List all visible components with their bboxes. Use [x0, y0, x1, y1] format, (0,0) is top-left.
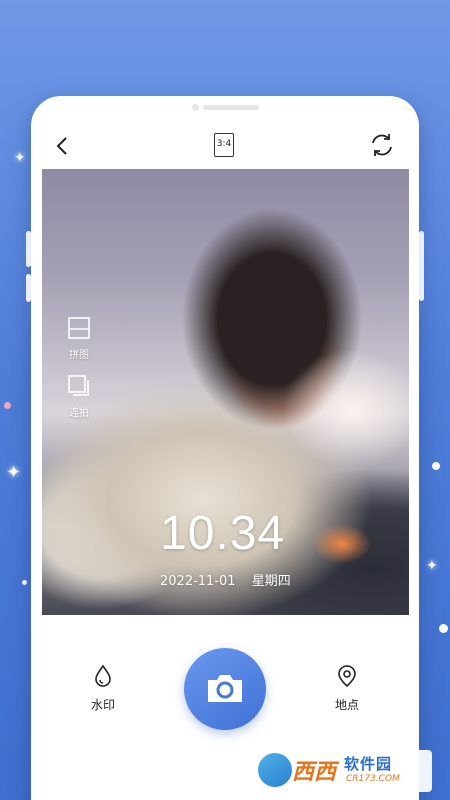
date-value: 2022-11-01 [160, 574, 236, 589]
photo-phone-light [312, 524, 372, 564]
droplet-icon [95, 664, 111, 687]
switch-camera-button[interactable] [368, 131, 396, 159]
camera-icon [208, 675, 242, 702]
location-pin-icon [338, 665, 356, 688]
collage-label: 拼图 [69, 350, 89, 361]
phone-side-button [419, 231, 424, 301]
site-title: 软件园 [344, 755, 393, 773]
site-url: CR173.COM [346, 774, 400, 784]
site-logo-icon [258, 753, 292, 787]
watermark-date: 2022-11-01 星期四 [160, 570, 303, 589]
phone-side-button [26, 274, 31, 302]
sparkle-icon: ✦ [14, 150, 26, 166]
burst-label: 连拍 [69, 408, 89, 419]
phone-speaker [203, 105, 259, 110]
decor-dot [439, 624, 448, 633]
shutter-button[interactable] [184, 648, 266, 730]
camera-viewfinder[interactable]: 拼图 连拍 10.34 2022-11-01 星期四 [42, 169, 409, 615]
back-button[interactable] [51, 134, 75, 158]
watermark-time: 10.34 [160, 507, 286, 560]
photo-highlight [282, 349, 409, 469]
site-watermark: 西西 软件园 CR173.COM [254, 750, 432, 792]
watermark-button[interactable]: 水印 [83, 664, 123, 713]
front-camera [192, 104, 199, 111]
collage-button[interactable]: 拼图 [64, 316, 94, 361]
decor-dot [22, 580, 27, 585]
sparkle-icon: ✦ [6, 462, 22, 483]
location-button[interactable]: 地点 [327, 664, 367, 713]
burst-button[interactable]: 连拍 [64, 374, 94, 419]
decor-dot [4, 402, 11, 409]
weekday-value: 星期四 [251, 574, 291, 589]
phone-side-button [26, 231, 31, 267]
burst-icon [68, 375, 89, 396]
decor-dot [432, 462, 440, 470]
sparkle-icon: ✦ [426, 558, 438, 574]
site-brand: 西西 [292, 760, 337, 785]
location-label: 地点 [334, 698, 359, 712]
watermark-label: 水印 [90, 698, 115, 712]
chevron-left-icon [56, 137, 67, 155]
camera-switch-icon [372, 134, 392, 156]
aspect-ratio-button[interactable]: 3:4 [214, 133, 234, 157]
collage-icon [68, 317, 90, 339]
phone-frame: 3:4 拼图 连拍 10.34 2022-11-01 星期四 水印 地点 [26, 96, 424, 800]
camera-toolbar: 3:4 [31, 126, 419, 166]
